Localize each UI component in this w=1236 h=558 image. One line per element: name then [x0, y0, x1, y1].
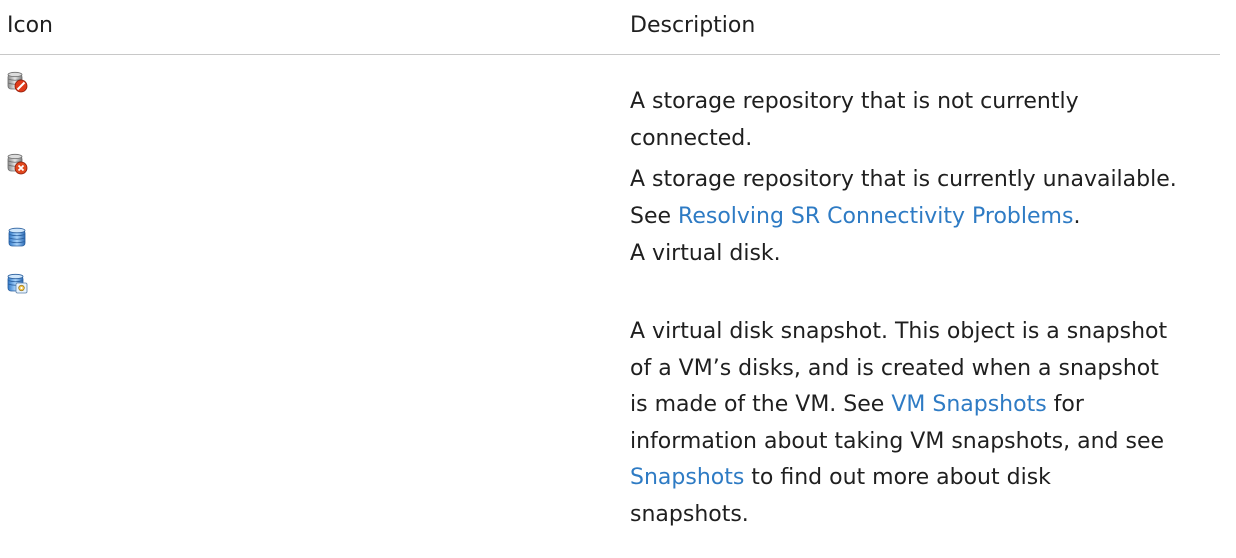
table-header-row: Icon Description — [0, 0, 1220, 55]
description-line: is made of the VM. See VM Snapshots for — [630, 387, 1230, 424]
description-line: A virtual disk snapshot. This object is … — [630, 319, 1168, 344]
snapshots-link[interactable]: Snapshots — [630, 465, 744, 490]
row-description: A storage repository that is currently u… — [630, 162, 1230, 235]
header-description-column: Description — [630, 13, 756, 38]
description-text: for — [1046, 392, 1084, 418]
virtual-disk-icon — [5, 226, 29, 250]
row-description: A storage repository that is not current… — [630, 84, 1230, 157]
header-icon-column: Icon — [7, 13, 53, 38]
description-line: of a VM’s disks, and is created when a s… — [630, 355, 1159, 381]
description-text: See — [630, 203, 679, 229]
description-line: A storage repository that is not current… — [630, 89, 1079, 114]
description-text: to find out more about disk — [744, 465, 1051, 491]
virtual-disk-snapshot-icon — [5, 272, 29, 296]
row-description: A virtual disk snapshot. This object is … — [630, 314, 1230, 534]
description-text: . — [1073, 203, 1081, 229]
vm-snapshots-link[interactable]: VM Snapshots — [891, 392, 1046, 417]
description-line: A storage repository that is currently u… — [630, 167, 1177, 192]
icon-description-table: Icon Description A storage repository th… — [0, 0, 1236, 558]
description-line: A virtual disk. — [630, 241, 781, 266]
description-line: snapshots. — [630, 501, 749, 527]
storage-repository-unavailable-icon — [5, 152, 29, 176]
resolving-sr-connectivity-link[interactable]: Resolving SR Connectivity Problems — [678, 204, 1073, 229]
description-line: information about taking VM snapshots, a… — [630, 428, 1165, 454]
description-text: is made of the VM. See — [630, 392, 892, 418]
description-line: Snapshots to find out more about disk — [630, 460, 1230, 497]
description-line: connected. — [630, 125, 753, 151]
description-line: See Resolving SR Connectivity Problems. — [630, 199, 1230, 236]
row-description: A virtual disk. — [630, 236, 1230, 273]
storage-repository-disconnected-icon — [5, 70, 29, 94]
